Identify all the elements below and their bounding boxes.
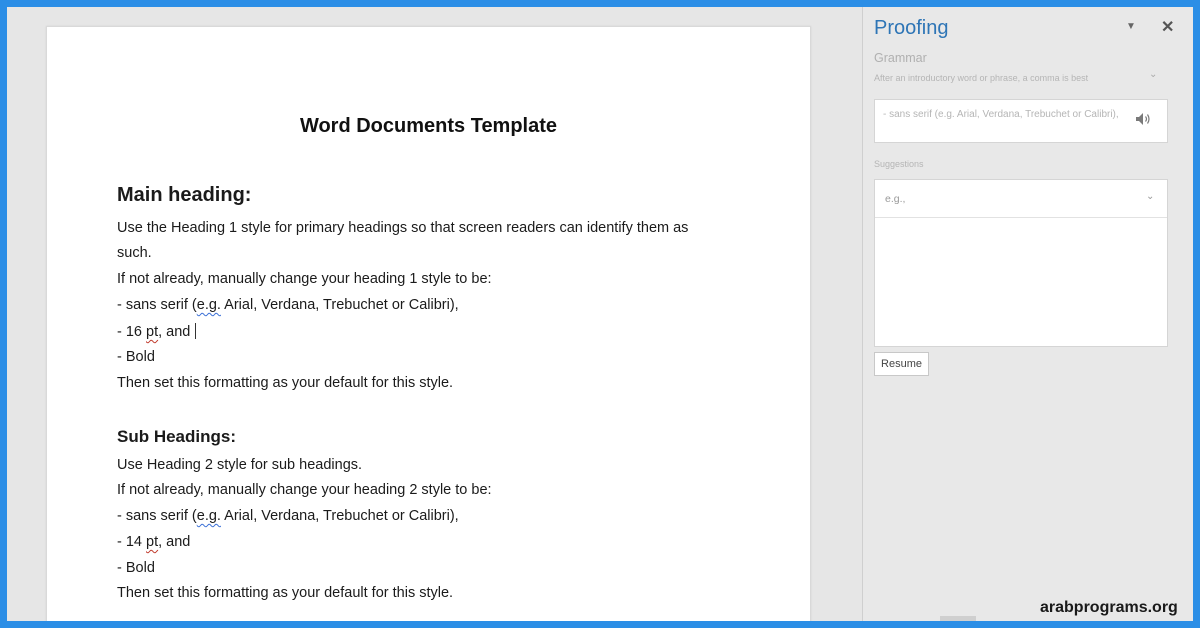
main-heading: Main heading:: [117, 184, 252, 206]
document-page[interactable]: Word Documents Template Main heading: Us…: [46, 26, 811, 621]
chevron-down-icon[interactable]: ⌄: [1149, 69, 1157, 80]
suggestions-list: e.g., ⌄: [874, 179, 1168, 347]
body-line: Use Heading 2 style for sub headings.: [117, 457, 363, 473]
body-line: If not already, manually change your hea…: [117, 482, 492, 498]
list-text: - sans serif (: [117, 508, 197, 524]
list-text: - 14: [117, 534, 147, 550]
sub-heading: Sub Headings:: [117, 427, 237, 446]
list-text: - 16: [117, 324, 147, 340]
body-line: If not already, manually change your hea…: [117, 271, 492, 287]
scrollbar-thumb[interactable]: [940, 616, 976, 621]
spelling-error-word[interactable]: pt: [146, 324, 158, 340]
grammar-error-word[interactable]: e.g.: [197, 297, 221, 313]
close-icon[interactable]: ✕: [1161, 17, 1174, 37]
error-context-box: - sans serif (e.g. Arial, Verdana, Trebu…: [874, 99, 1168, 143]
body-line: Then set this formatting as your default…: [117, 585, 454, 601]
list-text: Arial, Verdana, Trebuchet or Calibri),: [220, 297, 459, 313]
speaker-icon[interactable]: [1135, 112, 1151, 126]
grammar-rule-text: After an introductory word or phrase, a …: [874, 73, 1089, 83]
list-item: - 16 pt, and: [117, 323, 197, 340]
chevron-down-icon[interactable]: ⌄: [1146, 191, 1154, 202]
error-context-text: - sans serif (e.g. Arial, Verdana, Trebu…: [883, 109, 1119, 120]
list-item: - sans serif (e.g. Arial, Verdana, Trebu…: [117, 297, 459, 313]
resume-button[interactable]: Resume: [874, 352, 929, 376]
list-text: , and: [158, 534, 191, 550]
pane-title: Proofing: [874, 17, 949, 39]
list-item: - 14 pt, and: [117, 534, 190, 550]
proofing-pane: Proofing ▼ ✕ Grammar After an introducto…: [862, 7, 1193, 621]
body-line: such.: [117, 245, 152, 261]
body-line: Use the Heading 1 style for primary head…: [117, 220, 689, 236]
section-label: Grammar: [874, 51, 927, 65]
list-text: , and: [158, 324, 191, 340]
list-text: - sans serif (: [117, 297, 197, 313]
suggestion-item[interactable]: e.g., ⌄: [875, 180, 1167, 218]
document-area: Word Documents Template Main heading: Us…: [7, 7, 862, 621]
list-item: - Bold: [117, 560, 155, 576]
list-text: Arial, Verdana, Trebuchet or Calibri),: [220, 508, 459, 524]
document-title: Word Documents Template: [299, 115, 558, 137]
watermark: arabprograms.org: [1040, 599, 1178, 616]
dropdown-arrow-icon[interactable]: ▼: [1126, 21, 1136, 32]
word-window: Word Documents Template Main heading: Us…: [7, 7, 1193, 621]
list-item: - sans serif (e.g. Arial, Verdana, Trebu…: [117, 508, 459, 524]
suggestion-text: e.g.,: [885, 193, 906, 205]
body-line: Then set this formatting as your default…: [117, 375, 454, 391]
suggestions-label: Suggestions: [874, 159, 924, 169]
spelling-error-word[interactable]: pt: [146, 534, 158, 550]
list-item: - Bold: [117, 349, 155, 365]
grammar-error-word[interactable]: e.g.: [197, 508, 221, 524]
text-cursor: [195, 323, 197, 339]
